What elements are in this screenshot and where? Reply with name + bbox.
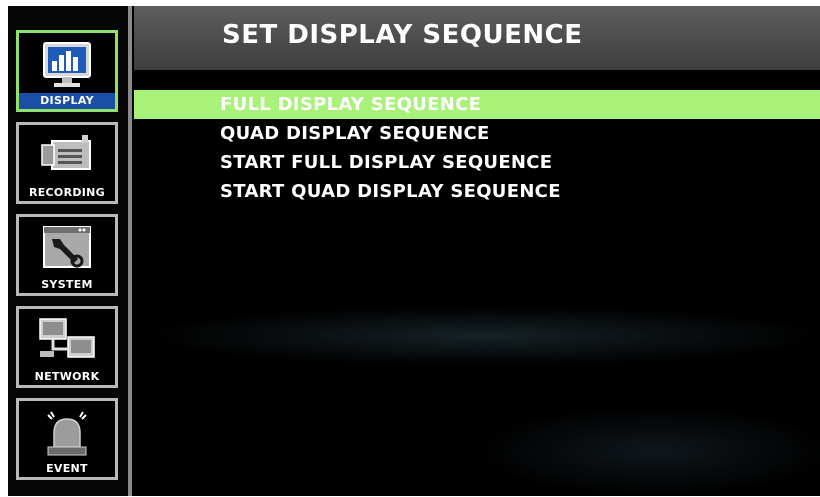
page-title: SET DISPLAY SEQUENCE — [222, 20, 583, 50]
menu-item-full-display-sequence[interactable]: FULL DISPLAY SEQUENCE — [134, 90, 820, 119]
video-camera-icon — [41, 135, 91, 170]
sidebar-item-label: DISPLAY — [19, 93, 115, 109]
background-glow — [144, 306, 820, 366]
sidebar-item-label: RECORDING — [28, 186, 106, 199]
settings-wrench-icon — [43, 226, 91, 268]
network-computers-icon — [39, 318, 95, 358]
sidebar-item-display[interactable]: DISPLAY — [16, 30, 118, 112]
menu-item-label: START QUAD DISPLAY SEQUENCE — [220, 181, 561, 202]
alarm-siren-icon — [47, 411, 87, 456]
menu-item-start-quad-display-sequence[interactable]: START QUAD DISPLAY SEQUENCE — [134, 177, 820, 206]
monitor-chart-icon — [43, 42, 91, 87]
menu-item-start-full-display-sequence[interactable]: START FULL DISPLAY SEQUENCE — [134, 148, 820, 177]
dvr-screen: DISPLAY RECORDING SYSTEM NETWORK EVENT S… — [8, 6, 820, 496]
menu-item-quad-display-sequence[interactable]: QUAD DISPLAY SEQUENCE — [134, 119, 820, 148]
menu-item-label: START FULL DISPLAY SEQUENCE — [220, 152, 553, 173]
menu-item-label: QUAD DISPLAY SEQUENCE — [220, 123, 490, 144]
main-panel: SET DISPLAY SEQUENCE FULL DISPLAY SEQUEN… — [134, 6, 820, 496]
sidebar-item-label: EVENT — [46, 462, 88, 475]
sidebar-item-label: NETWORK — [34, 370, 100, 383]
sidebar-item-network[interactable]: NETWORK — [16, 306, 118, 388]
sidebar-item-system[interactable]: SYSTEM — [16, 214, 118, 296]
sidebar-item-event[interactable]: EVENT — [16, 398, 118, 480]
menu-item-label: FULL DISPLAY SEQUENCE — [220, 94, 482, 115]
sidebar-item-label: SYSTEM — [41, 278, 93, 291]
background-glow — [474, 406, 820, 496]
sequence-menu: FULL DISPLAY SEQUENCE QUAD DISPLAY SEQUE… — [134, 90, 820, 206]
sidebar: DISPLAY RECORDING SYSTEM NETWORK EVENT — [8, 6, 132, 496]
sidebar-item-recording[interactable]: RECORDING — [16, 122, 118, 204]
header-bar: SET DISPLAY SEQUENCE — [134, 6, 820, 70]
